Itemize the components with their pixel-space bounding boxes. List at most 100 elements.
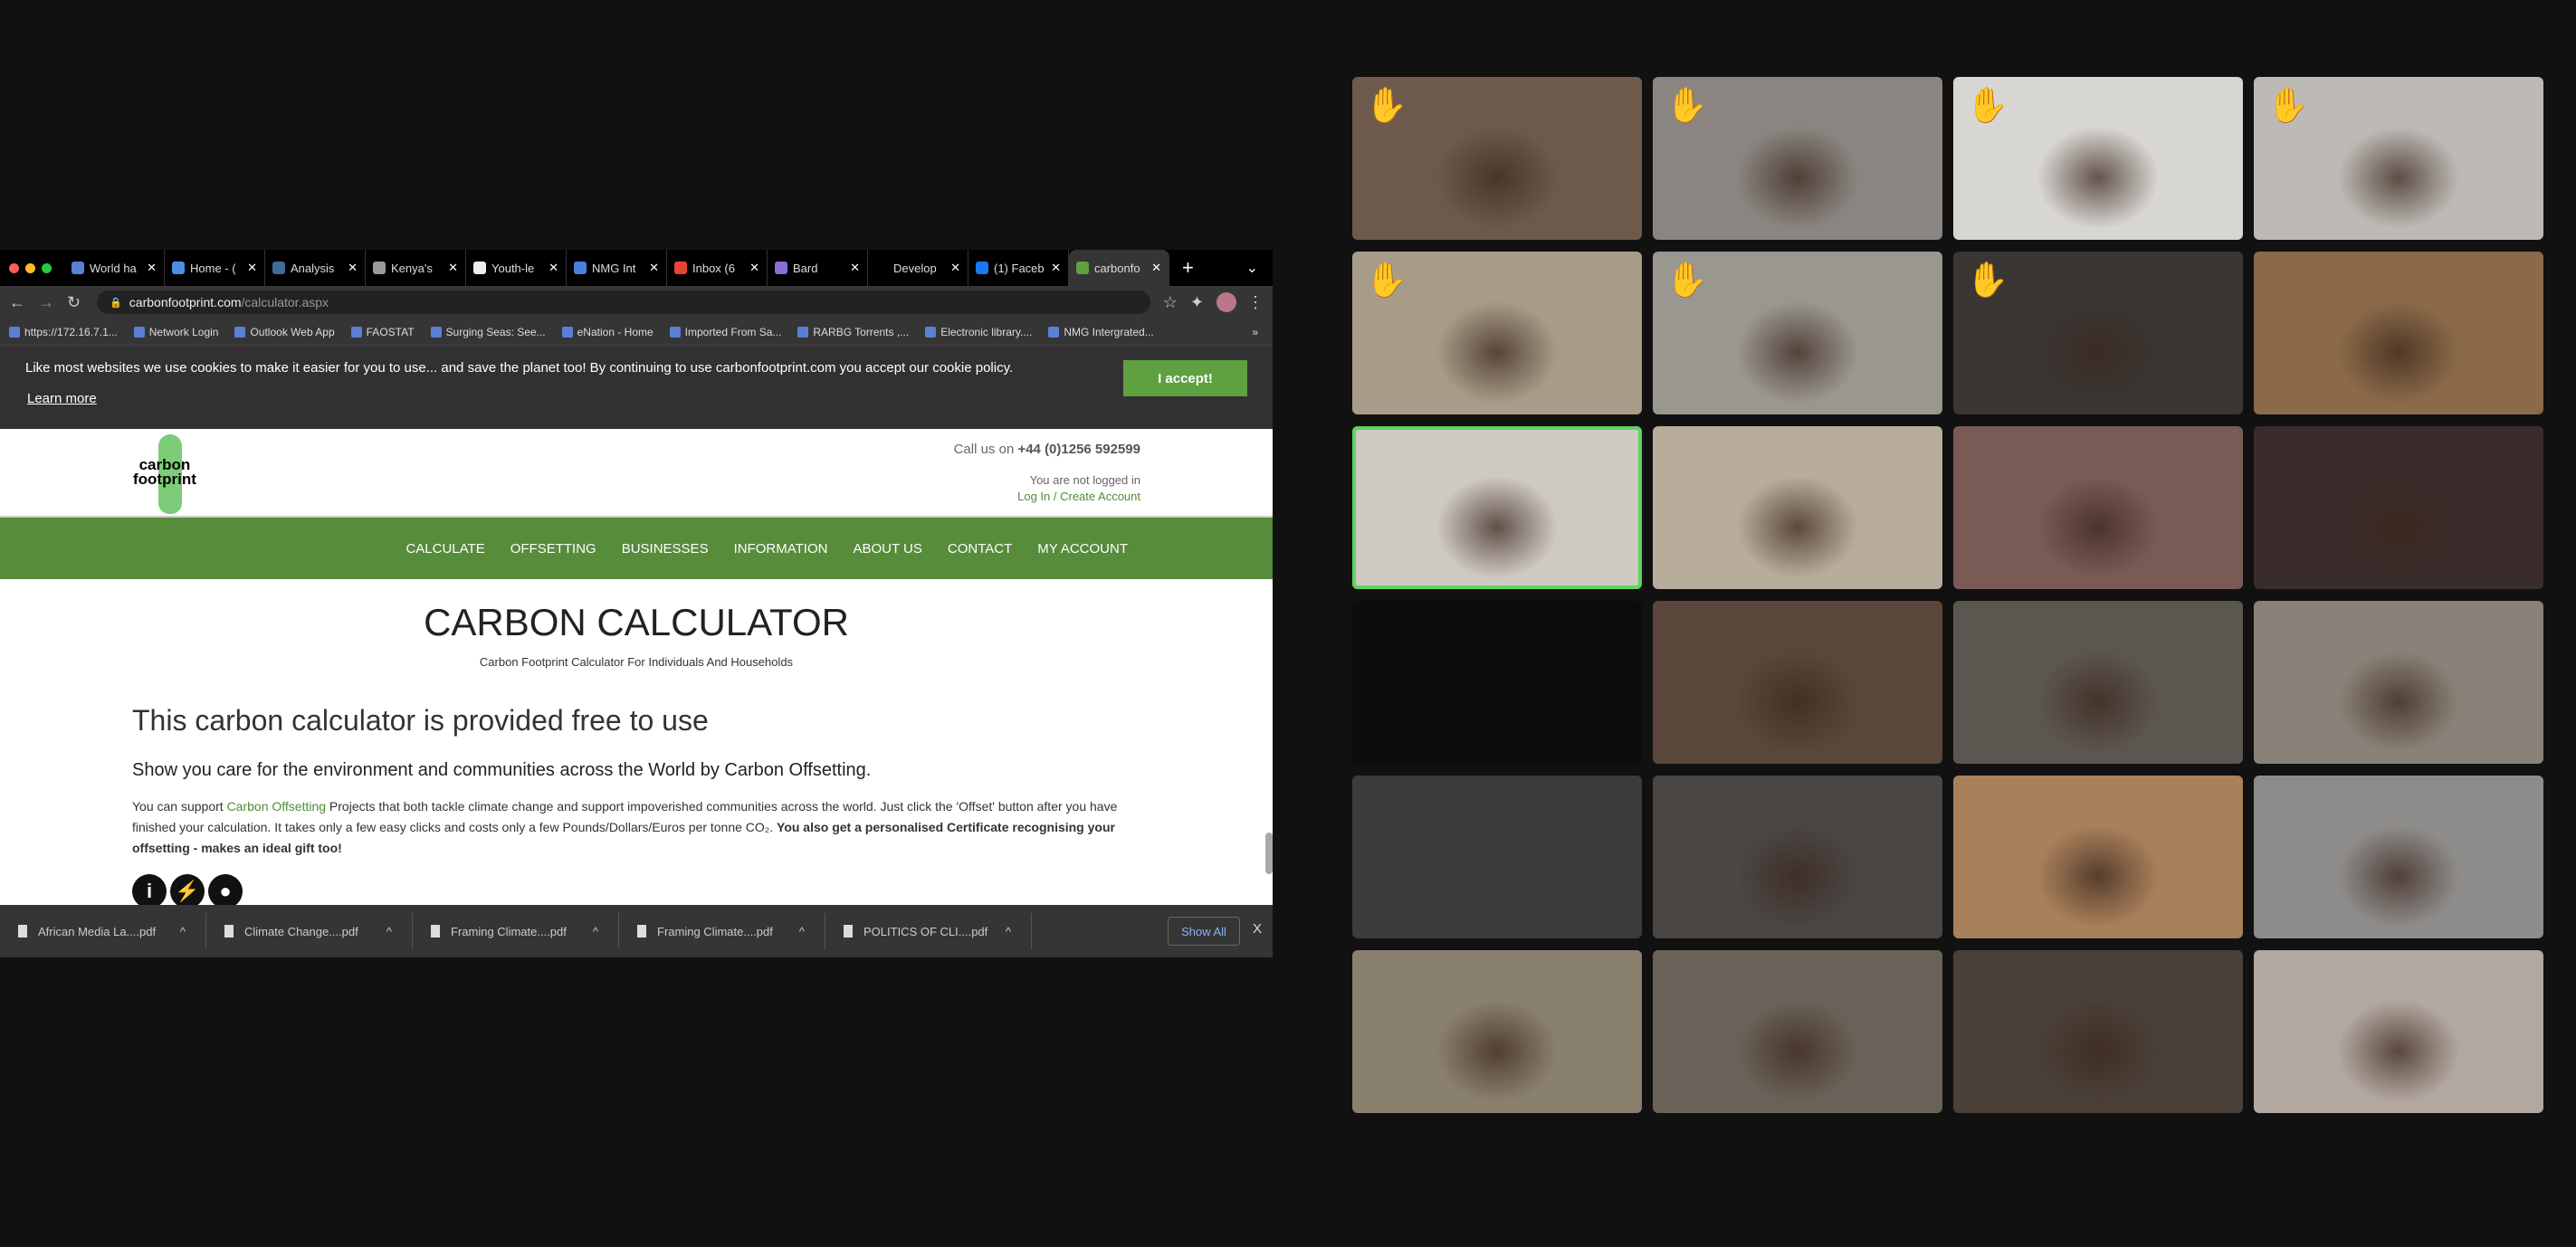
bookmark-item[interactable]: Electronic library.... (925, 326, 1032, 338)
url-input[interactable]: 🔒 carbonfootprint.com/calculator.aspx (97, 290, 1150, 314)
learn-more-link[interactable]: Learn more (27, 391, 97, 406)
download-item[interactable]: Framing Climate....pdf ^ (619, 913, 825, 949)
download-options-chevron-icon[interactable]: ^ (799, 925, 805, 938)
tab-search-button[interactable]: ⌄ (1246, 259, 1258, 277)
back-icon[interactable]: ← (9, 293, 25, 312)
bookmarks-more-button[interactable]: » (1252, 326, 1258, 338)
tab-title: Kenya's (391, 261, 433, 275)
participant-video-tile[interactable]: ✋ (1953, 77, 2243, 240)
download-item[interactable]: POLITICS OF CLI....pdf ^ (825, 913, 1032, 949)
participant-video-tile[interactable] (1953, 950, 2243, 1113)
participant-video-tile[interactable] (1653, 776, 1942, 938)
participant-video-tile[interactable] (1653, 426, 1942, 589)
download-options-chevron-icon[interactable]: ^ (1006, 925, 1011, 938)
bookmark-item[interactable]: https://172.16.7.1... (9, 326, 118, 338)
energy-icon[interactable]: ⚡ (170, 874, 205, 909)
participant-video-tile[interactable] (1352, 601, 1642, 764)
minimize-window-button[interactable] (25, 262, 35, 273)
tab[interactable]: Analysis ✕ (265, 250, 366, 286)
participant-video-tile[interactable]: ✋ (1653, 252, 1942, 414)
info-icon[interactable]: i (132, 874, 167, 909)
bookmark-item[interactable]: Surging Seas: See... (430, 326, 546, 338)
new-tab-button[interactable]: + (1182, 256, 1194, 280)
nav-contact[interactable]: CONTACT (948, 541, 1012, 557)
tab[interactable]: NMG Int ✕ (567, 250, 667, 286)
participant-video-tile[interactable] (2254, 426, 2543, 589)
show-all-downloads-button[interactable]: Show All (1168, 917, 1240, 946)
participant-video-tile[interactable] (1953, 776, 2243, 938)
tab-close-icon[interactable]: ✕ (850, 261, 860, 275)
tab[interactable]: Bard ✕ (768, 250, 868, 286)
download-item[interactable]: Climate Change....pdf ^ (206, 913, 413, 949)
forward-icon[interactable]: → (38, 293, 54, 312)
login-link[interactable]: Log In / Create Account (1017, 489, 1140, 505)
participant-video-tile[interactable]: ✋ (1352, 77, 1642, 240)
tab-close-icon[interactable]: ✕ (649, 261, 659, 275)
nav-offsetting[interactable]: OFFSETTING (510, 541, 596, 557)
bookmark-star-icon[interactable]: ☆ (1163, 293, 1178, 312)
tab[interactable]: World ha ✕ (64, 250, 165, 286)
download-options-chevron-icon[interactable]: ^ (386, 925, 392, 938)
bookmark-item[interactable]: eNation - Home (561, 326, 654, 338)
participant-video-tile[interactable] (2254, 776, 2543, 938)
bookmark-item[interactable]: Outlook Web App (234, 326, 335, 338)
participant-video-tile[interactable] (2254, 950, 2543, 1113)
scrollbar[interactable] (1265, 833, 1273, 874)
participant-video-tile[interactable] (1352, 950, 1642, 1113)
reload-icon[interactable]: ↻ (67, 293, 81, 312)
participant-video-tile[interactable] (2254, 252, 2543, 414)
download-options-chevron-icon[interactable]: ^ (180, 925, 186, 938)
nav-information[interactable]: INFORMATION (734, 541, 828, 557)
tab[interactable]: (1) Faceb ✕ (968, 250, 1069, 286)
accept-cookies-button[interactable]: I accept! (1123, 360, 1247, 396)
participant-video-tile[interactable]: ✋ (1653, 77, 1942, 240)
participant-video-tile[interactable]: ✋ (2254, 77, 2543, 240)
nav-about-us[interactable]: ABOUT US (853, 541, 921, 557)
carbon-offsetting-link[interactable]: Carbon Offsetting (227, 799, 326, 814)
profile-avatar[interactable] (1216, 292, 1236, 312)
close-downloads-button[interactable]: X (1253, 921, 1262, 937)
download-item[interactable]: Framing Climate....pdf ^ (413, 913, 619, 949)
participant-video-tile[interactable] (1352, 426, 1642, 589)
tab[interactable]: carbonfo ✕ (1069, 250, 1169, 286)
download-item[interactable]: African Media La....pdf ^ (0, 913, 206, 949)
tab-close-icon[interactable]: ✕ (950, 261, 960, 275)
participant-video-tile[interactable] (1352, 776, 1642, 938)
tab-close-icon[interactable]: ✕ (549, 261, 558, 275)
participant-video-tile[interactable] (1653, 601, 1942, 764)
tab-close-icon[interactable]: ✕ (448, 261, 458, 275)
participant-video-tile[interactable] (1953, 426, 2243, 589)
download-options-chevron-icon[interactable]: ^ (593, 925, 598, 938)
tab[interactable]: Inbox (6 ✕ (667, 250, 768, 286)
participant-video-tile[interactable] (1653, 950, 1942, 1113)
tab[interactable]: Kenya's ✕ (366, 250, 466, 286)
nav-my-account[interactable]: MY ACCOUNT (1037, 541, 1128, 557)
bookmark-item[interactable]: FAOSTAT (350, 326, 415, 338)
tab-close-icon[interactable]: ✕ (749, 261, 759, 275)
maximize-window-button[interactable] (42, 262, 52, 273)
tab[interactable]: Youth-le ✕ (466, 250, 567, 286)
person-icon[interactable]: ● (208, 874, 243, 909)
bookmark-item[interactable]: Network Login (133, 326, 218, 338)
participant-video-tile[interactable] (1953, 601, 2243, 764)
extensions-icon[interactable]: ✦ (1190, 293, 1204, 312)
bookmark-item[interactable]: RARBG Torrents ,... (797, 326, 909, 338)
tab-close-icon[interactable]: ✕ (1051, 261, 1061, 275)
bookmark-item[interactable]: Imported From Sa... (669, 326, 781, 338)
tab[interactable]: Develop ✕ (868, 250, 968, 286)
close-window-button[interactable] (9, 262, 19, 273)
tab-close-icon[interactable]: ✕ (348, 261, 358, 275)
participant-video-tile[interactable]: ✋ (1352, 252, 1642, 414)
nav-businesses[interactable]: BUSINESSES (622, 541, 709, 557)
menu-icon[interactable]: ⋮ (1247, 293, 1264, 312)
tab[interactable]: Home - (✕ (165, 250, 265, 286)
participant-video-tile[interactable]: ✋ (1953, 252, 2243, 414)
nav-calculate[interactable]: CALCULATE (405, 541, 484, 557)
carbon-footprint-logo[interactable]: carbon footprint (131, 431, 222, 516)
tab-close-icon[interactable]: ✕ (247, 261, 257, 275)
tab-close-icon[interactable]: ✕ (1151, 261, 1161, 275)
bookmark-item[interactable]: NMG Intergrated... (1048, 326, 1154, 338)
tab-favicon-icon (272, 262, 285, 274)
participant-video-tile[interactable] (2254, 601, 2543, 764)
tab-close-icon[interactable]: ✕ (147, 261, 157, 275)
